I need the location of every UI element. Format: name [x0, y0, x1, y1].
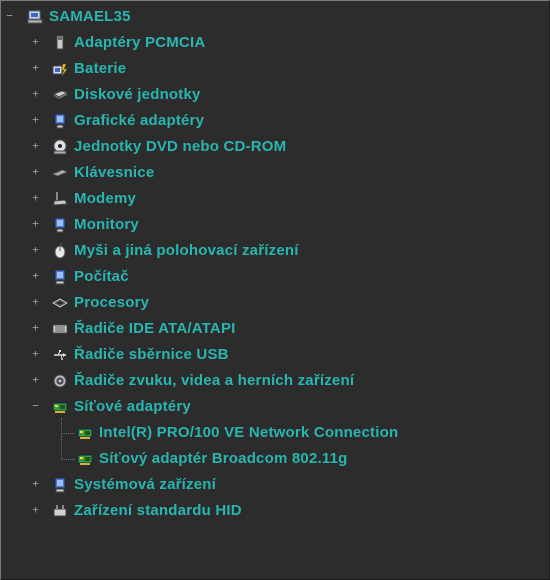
tree-node-battery[interactable]: + Baterie: [1, 58, 541, 80]
expand-toggle[interactable]: +: [31, 36, 40, 47]
tree-node-label: Myši a jiná polohovací zařízení: [74, 242, 299, 259]
usb-icon: [52, 347, 68, 363]
tree-node-system-devices[interactable]: + Systémová zařízení: [1, 474, 541, 496]
expand-toggle[interactable]: +: [31, 166, 40, 177]
tree-node-root-label: SAMAEL35: [49, 8, 131, 25]
tree-node-root[interactable]: − SAMAEL35: [1, 6, 541, 28]
network-adapter-icon: [52, 399, 68, 415]
computer-icon: [52, 269, 68, 285]
tree-node-keyboards[interactable]: + Klávesnice: [1, 162, 541, 184]
tree-node-intel-network[interactable]: Intel(R) PRO/100 VE Network Connection: [1, 422, 541, 444]
tree-node-label: Baterie: [74, 60, 127, 77]
tree-node-network-adapters[interactable]: − Síťové adaptéry: [1, 396, 541, 418]
pcmcia-icon: [52, 35, 68, 51]
collapse-toggle[interactable]: −: [31, 400, 40, 411]
tree-node-label: Monitory: [74, 216, 139, 233]
ide-controller-icon: [52, 321, 68, 337]
collapse-root-toggle[interactable]: −: [5, 10, 14, 21]
expand-toggle[interactable]: +: [31, 374, 40, 385]
tree-node-modems[interactable]: + Modemy: [1, 188, 541, 210]
expand-toggle[interactable]: +: [31, 296, 40, 307]
tree-node-broadcom-network[interactable]: Síťový adaptér Broadcom 802.11g: [1, 448, 541, 470]
tree-node-label: Zařízení standardu HID: [74, 502, 242, 519]
battery-icon: [52, 61, 68, 77]
tree-node-label: Počítač: [74, 268, 129, 285]
tree-node-display-adapters[interactable]: + Grafické adaptéry: [1, 110, 541, 132]
tree-node-label: Adaptéry PCMCIA: [74, 34, 206, 51]
display-adapter-icon: [52, 113, 68, 129]
tree-node-label: Řadiče zvuku, videa a herních zařízení: [74, 372, 355, 389]
expand-toggle[interactable]: +: [31, 348, 40, 359]
tree-node-label: Řadiče sběrnice USB: [74, 346, 229, 363]
disk-drive-icon: [52, 87, 68, 103]
expand-toggle[interactable]: +: [31, 322, 40, 333]
hid-icon: [52, 503, 68, 519]
expand-toggle[interactable]: +: [31, 62, 40, 73]
tree-node-label: Řadiče IDE ATA/ATAPI: [74, 320, 236, 337]
device-manager-tree[interactable]: − SAMAEL35 + Adaptéry PCMCIA + Baterie +…: [0, 0, 550, 580]
system-device-icon: [52, 477, 68, 493]
tree-node-dvd-cdrom[interactable]: + Jednotky DVD nebo CD-ROM: [1, 136, 541, 158]
expand-toggle[interactable]: +: [31, 478, 40, 489]
tree-node-label: Jednotky DVD nebo CD-ROM: [74, 138, 287, 155]
expand-toggle[interactable]: +: [31, 244, 40, 255]
tree-node-label: Procesory: [74, 294, 150, 311]
monitor-icon: [52, 217, 68, 233]
tree-node-mice[interactable]: + Myši a jiná polohovací zařízení: [1, 240, 541, 262]
tree-node-label: Klávesnice: [74, 164, 155, 181]
tree-node-label: Síťový adaptér Broadcom 802.11g: [99, 450, 348, 467]
modem-icon: [52, 191, 68, 207]
tree-node-sound-controllers[interactable]: + Řadiče zvuku, videa a herních zařízení: [1, 370, 541, 392]
expand-toggle[interactable]: +: [31, 270, 40, 281]
expand-toggle[interactable]: +: [31, 192, 40, 203]
expand-toggle[interactable]: +: [31, 218, 40, 229]
sound-icon: [52, 373, 68, 389]
expand-toggle[interactable]: +: [31, 88, 40, 99]
keyboard-icon: [52, 165, 68, 181]
tree-node-label: Intel(R) PRO/100 VE Network Connection: [99, 424, 399, 441]
expand-toggle[interactable]: +: [31, 504, 40, 515]
tree-node-label: Síťové adaptéry: [74, 398, 191, 415]
tree-node-computer[interactable]: + Počítač: [1, 266, 541, 288]
network-adapter-icon: [77, 425, 93, 441]
tree-node-usb-controllers[interactable]: + Řadiče sběrnice USB: [1, 344, 541, 366]
tree-node-processors[interactable]: + Procesory: [1, 292, 541, 314]
network-adapter-icon: [77, 451, 93, 467]
tree-node-disk-drives[interactable]: + Diskové jednotky: [1, 84, 541, 106]
tree-node-label: Grafické adaptéry: [74, 112, 205, 129]
tree-node-monitors[interactable]: + Monitory: [1, 214, 541, 236]
tree-node-label: Systémová zařízení: [74, 476, 216, 493]
mouse-icon: [52, 243, 68, 259]
processor-icon: [52, 295, 68, 311]
tree-node-pcmcia[interactable]: + Adaptéry PCMCIA: [1, 32, 541, 54]
tree-node-label: Diskové jednotky: [74, 86, 201, 103]
tree-node-hid[interactable]: + Zařízení standardu HID: [1, 500, 541, 522]
expand-toggle[interactable]: +: [31, 114, 40, 125]
tree-node-ide-controllers[interactable]: + Řadiče IDE ATA/ATAPI: [1, 318, 541, 340]
tree-node-label: Modemy: [74, 190, 137, 207]
cdrom-icon: [52, 139, 68, 155]
expand-toggle[interactable]: +: [31, 140, 40, 151]
computer-icon: [27, 9, 43, 25]
